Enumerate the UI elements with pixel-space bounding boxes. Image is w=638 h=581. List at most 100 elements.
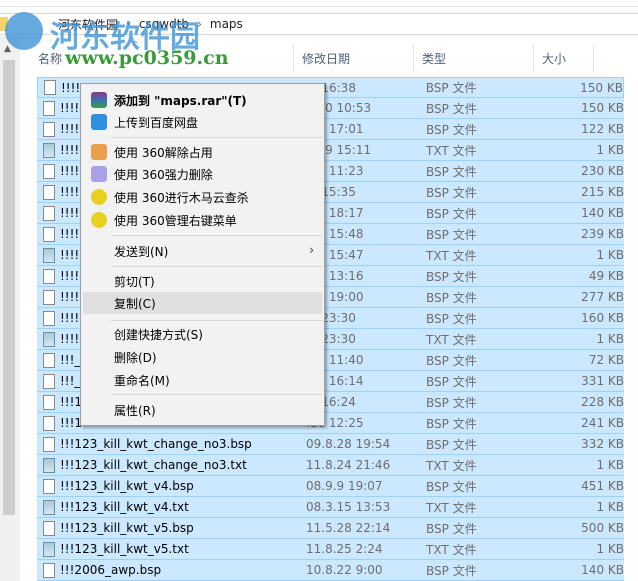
file-type: BSP 文件 — [426, 290, 477, 305]
file-date: 09.8.28 19:54 — [306, 437, 391, 451]
file-type: BSP 文件 — [426, 122, 477, 137]
file-size: 49 KB — [588, 269, 624, 283]
menu-item-label: 使用 360强力删除 — [114, 167, 213, 182]
column-header-name[interactable]: 名称 — [30, 44, 294, 72]
menu-item-label: 创建快捷方式(S) — [114, 327, 203, 342]
file-date: 08.3.15 13:53 — [306, 500, 391, 514]
file-row[interactable]: !!!123_kill_kwt_v4.bsp 08.9.9 19:07 BSP 文件… — [37, 476, 624, 497]
file-type: BSP 文件 — [426, 311, 477, 326]
file-row[interactable]: !!!123_kill_kwt_change_no3.txt 11.8.24 21… — [37, 455, 624, 476]
file-name: !!!123_kill_kwt_v4.bsp — [60, 479, 194, 493]
chevron-right-icon: › — [309, 243, 314, 257]
menu-item-copy[interactable]: 复制(C) — [83, 292, 322, 314]
menu-item-360-force-delete[interactable]: 使用 360强力删除 — [83, 163, 322, 185]
file-type: BSP 文件 — [426, 269, 477, 284]
column-header-date[interactable]: 修改日期 — [294, 44, 414, 72]
menu-separator — [111, 235, 322, 236]
file-icon — [43, 163, 55, 179]
menu-item-label: 使用 360进行木马云查杀 — [114, 190, 249, 205]
file-row[interactable]: !!!123_kill_kwt_change_no3.bsp 09.8.28 19… — [37, 434, 624, 455]
file-icon — [43, 226, 55, 242]
file-row[interactable]: !!!123_kill_kwt_v5.bsp 11.5.28 22:14 BSP 文… — [37, 518, 624, 539]
menu-item-create-shortcut[interactable]: 创建快捷方式(S) — [83, 323, 322, 345]
menu-item-label: 属性(R) — [114, 403, 156, 418]
file-size: 122 KB — [581, 122, 624, 136]
menu-item-label: 使用 360管理右键菜单 — [114, 213, 237, 228]
text-file-icon — [43, 541, 55, 557]
file-type: BSP 文件 — [426, 437, 477, 452]
file-size: 331 KB — [581, 374, 624, 388]
file-type: TXT 文件 — [426, 248, 477, 263]
menu-item-label: 复制(C) — [114, 296, 156, 311]
baidu-cloud-icon — [91, 114, 107, 130]
file-size: 500 KB — [581, 521, 624, 535]
address-bar[interactable]: 河东软件园 › csqwdtb › maps — [0, 13, 638, 35]
text-file-icon — [43, 457, 55, 473]
file-type: TXT 文件 — [426, 143, 477, 158]
menu-separator — [111, 320, 322, 321]
menu-item-properties[interactable]: 属性(R) — [83, 399, 322, 421]
menu-item-360-unlock[interactable]: 使用 360解除占用 — [83, 141, 322, 163]
menu-item-label: 添加到 "maps.rar"(T) — [114, 93, 247, 108]
winrar-icon — [91, 92, 107, 108]
file-icon — [43, 289, 55, 305]
breadcrumb-item[interactable]: 河东软件园 — [58, 16, 118, 33]
menu-separator — [111, 266, 322, 267]
text-file-icon — [43, 247, 55, 263]
menu-item-360-trojan-scan[interactable]: 使用 360进行木马云查杀 — [83, 186, 322, 208]
column-header: 名称 修改日期 类型 大小 — [30, 44, 638, 72]
360-security-icon — [91, 189, 107, 205]
menu-item-360-manage-menu[interactable]: 使用 360管理右键菜单 — [83, 209, 322, 231]
menu-item-add-to-archive[interactable]: 添加到 "maps.rar"(T) — [83, 89, 322, 111]
file-date: 11.5.28 22:14 — [306, 521, 391, 535]
file-type: BSP 文件 — [426, 101, 477, 116]
folder-icon — [0, 17, 8, 31]
menu-item-delete[interactable]: 删除(D) — [83, 346, 322, 368]
menu-item-rename[interactable]: 重命名(M) — [83, 369, 322, 391]
text-file-icon — [43, 142, 55, 158]
file-row[interactable]: !!!123_kill_kwt_v5.txt 11.8.25 2:24 TXT 文件… — [37, 539, 624, 560]
file-name: !!!123_kill_kwt_change_no3.bsp — [60, 437, 252, 451]
file-date: 11.8.25 2:24 — [306, 542, 383, 556]
file-size: 451 KB — [581, 479, 624, 493]
file-type: TXT 文件 — [426, 458, 477, 473]
shredder-icon — [91, 166, 107, 182]
scrollbar-thumb[interactable] — [3, 60, 15, 515]
file-size: 150 KB — [580, 80, 623, 95]
column-header-size[interactable]: 大小 — [534, 44, 594, 72]
menu-item-label: 使用 360解除占用 — [114, 145, 213, 160]
360-security-icon — [91, 212, 107, 228]
breadcrumb-item[interactable]: csqwdtb — [139, 17, 189, 31]
chevron-right-icon[interactable]: › — [126, 17, 131, 31]
file-type: BSP 文件 — [426, 227, 477, 242]
file-icon — [43, 352, 55, 368]
file-icon — [43, 205, 55, 221]
scroll-up-icon[interactable]: ▲ — [4, 44, 11, 54]
breadcrumb-item[interactable]: maps — [210, 17, 243, 31]
menu-item-upload-baidu[interactable]: 上传到百度网盘 — [83, 111, 322, 133]
menu-item-send-to[interactable]: 发送到(N) › — [83, 240, 322, 262]
file-size: 1 KB — [596, 458, 624, 472]
file-size: 230 KB — [581, 164, 624, 178]
chevron-right-icon[interactable]: › — [197, 17, 202, 31]
menu-item-label: 上传到百度网盘 — [114, 115, 199, 130]
navigation-pane-scrollbar[interactable]: ▲ — [0, 36, 20, 581]
file-row[interactable]: !!!2006_awp.bsp 10.8.22 9:00 BSP 文件 140 KB — [37, 560, 624, 581]
menu-item-cut[interactable]: 剪切(T) — [83, 270, 322, 292]
text-file-icon — [43, 499, 55, 515]
file-icon — [43, 415, 55, 431]
column-header-type[interactable]: 类型 — [414, 44, 534, 72]
file-size: 1 KB — [596, 500, 624, 514]
menu-separator — [111, 394, 322, 395]
file-type: BSP 文件 — [426, 521, 477, 536]
file-icon — [43, 268, 55, 284]
file-type: BSP 文件 — [426, 374, 477, 389]
file-type: BSP 文件 — [426, 206, 477, 221]
file-type: BSP 文件 — [426, 185, 477, 200]
menu-item-label: 发送到(N) — [114, 244, 169, 259]
file-size: 1 KB — [596, 332, 624, 346]
file-icon — [43, 184, 55, 200]
file-row[interactable]: !!!123_kill_kwt_v4.txt 08.3.15 13:53 TXT 文… — [37, 497, 624, 518]
folder-unlock-icon — [91, 144, 107, 160]
menu-item-label: 删除(D) — [114, 350, 157, 365]
